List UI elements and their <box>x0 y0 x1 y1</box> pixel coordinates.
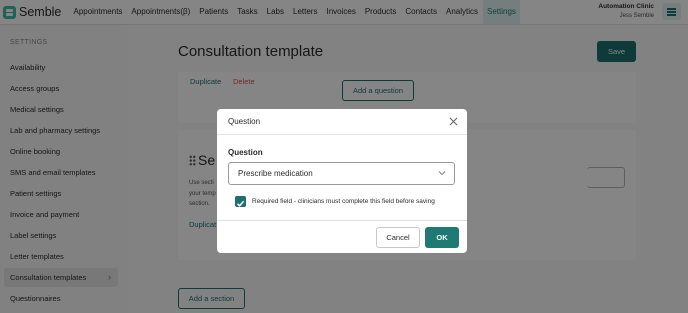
required-field-label: Required field - clinicians must complet… <box>252 198 435 205</box>
question-select[interactable]: Prescribe medication <box>228 162 455 185</box>
question-dialog: Question Question Prescribe medication R… <box>217 109 467 253</box>
dialog-divider <box>217 220 467 221</box>
cancel-button[interactable]: Cancel <box>376 227 420 248</box>
close-icon[interactable] <box>449 117 458 126</box>
dialog-header: Question <box>217 109 467 135</box>
question-select-value: Prescribe medication <box>238 169 313 178</box>
question-field-label: Question <box>228 148 263 157</box>
chevron-down-icon <box>438 171 446 176</box>
checkmark-icon <box>236 200 245 207</box>
required-field-checkbox[interactable] <box>235 196 246 207</box>
ok-button[interactable]: OK <box>425 227 459 248</box>
dialog-title: Question <box>228 117 261 126</box>
